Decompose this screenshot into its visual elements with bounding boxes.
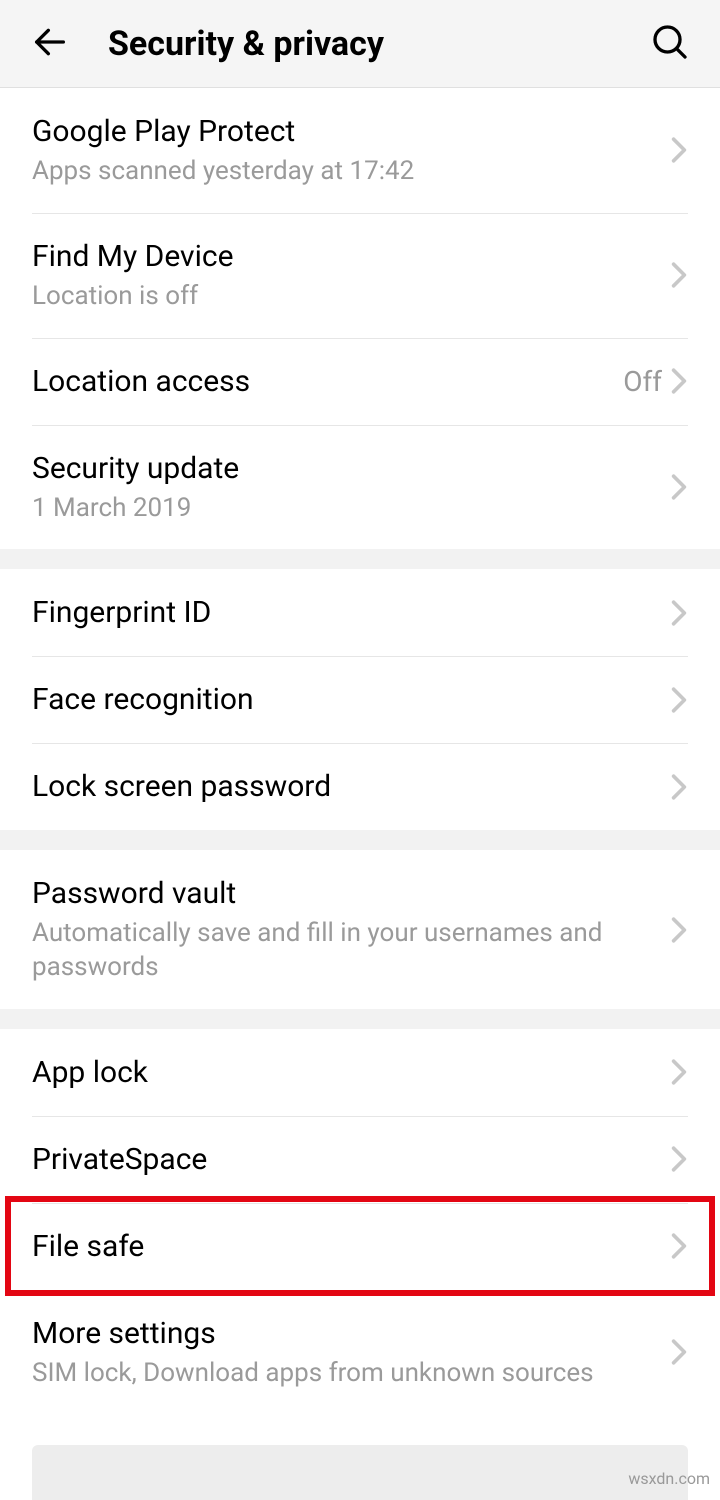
chevron-right-icon — [670, 685, 688, 715]
row-value: Off — [623, 365, 662, 398]
row-private-space[interactable]: PrivateSpace — [0, 1116, 720, 1203]
row-title: Lock screen password — [32, 767, 670, 806]
row-app-lock[interactable]: App lock — [0, 1029, 720, 1116]
chevron-right-icon — [670, 1231, 688, 1261]
row-title: PrivateSpace — [32, 1140, 670, 1179]
chevron-right-icon — [670, 772, 688, 802]
chevron-right-icon — [670, 1337, 688, 1367]
row-title: Location access — [32, 362, 623, 401]
row-title: Password vault — [32, 874, 670, 913]
row-subtitle: SIM lock, Download apps from unknown sou… — [32, 1357, 670, 1391]
section-security-status: Google Play Protect Apps scanned yesterd… — [0, 88, 720, 549]
back-arrow-icon[interactable] — [30, 22, 70, 66]
watermark: wsxdn.com — [628, 1469, 710, 1488]
chevron-right-icon — [670, 1057, 688, 1087]
row-file-safe[interactable]: File safe — [0, 1203, 720, 1290]
chevron-right-icon — [670, 135, 688, 165]
chevron-right-icon — [670, 260, 688, 290]
chevron-right-icon — [670, 598, 688, 628]
section-locks: App lock PrivateSpace File safe More set… — [0, 1029, 720, 1500]
row-subtitle: Automatically save and fill in your user… — [32, 917, 670, 985]
chevron-right-icon — [670, 1144, 688, 1174]
row-security-update[interactable]: Security update 1 March 2019 — [0, 425, 720, 550]
row-location-access[interactable]: Location access Off — [0, 338, 720, 425]
row-title: Find My Device — [32, 237, 670, 276]
row-password-vault[interactable]: Password vault Automatically save and fi… — [0, 850, 720, 1009]
row-fingerprint-id[interactable]: Fingerprint ID — [0, 569, 720, 656]
row-title: File safe — [32, 1227, 670, 1266]
chevron-right-icon — [670, 915, 688, 945]
row-title: Security update — [32, 449, 670, 488]
row-google-play-protect[interactable]: Google Play Protect Apps scanned yesterd… — [0, 88, 720, 213]
app-header: Security & privacy — [0, 0, 720, 88]
row-title: App lock — [32, 1053, 670, 1092]
chevron-right-icon — [670, 472, 688, 502]
row-lock-screen-password[interactable]: Lock screen password — [0, 743, 720, 830]
row-subtitle: Location is off — [32, 280, 670, 314]
row-title: Face recognition — [32, 680, 670, 719]
row-face-recognition[interactable]: Face recognition — [0, 656, 720, 743]
row-subtitle: 1 March 2019 — [32, 492, 670, 526]
row-more-settings[interactable]: More settings SIM lock, Download apps fr… — [0, 1290, 720, 1415]
row-title: Fingerprint ID — [32, 593, 670, 632]
search-icon[interactable] — [650, 22, 690, 66]
row-title: More settings — [32, 1314, 670, 1353]
section-biometrics: Fingerprint ID Face recognition Lock scr… — [0, 569, 720, 830]
page-title: Security & privacy — [108, 24, 650, 64]
section-password-vault: Password vault Automatically save and fi… — [0, 850, 720, 1009]
row-subtitle: Apps scanned yesterday at 17:42 — [32, 155, 670, 189]
row-find-my-device[interactable]: Find My Device Location is off — [0, 213, 720, 338]
row-title: Google Play Protect — [32, 112, 670, 151]
bottom-placeholder — [32, 1445, 688, 1500]
chevron-right-icon — [670, 366, 688, 396]
